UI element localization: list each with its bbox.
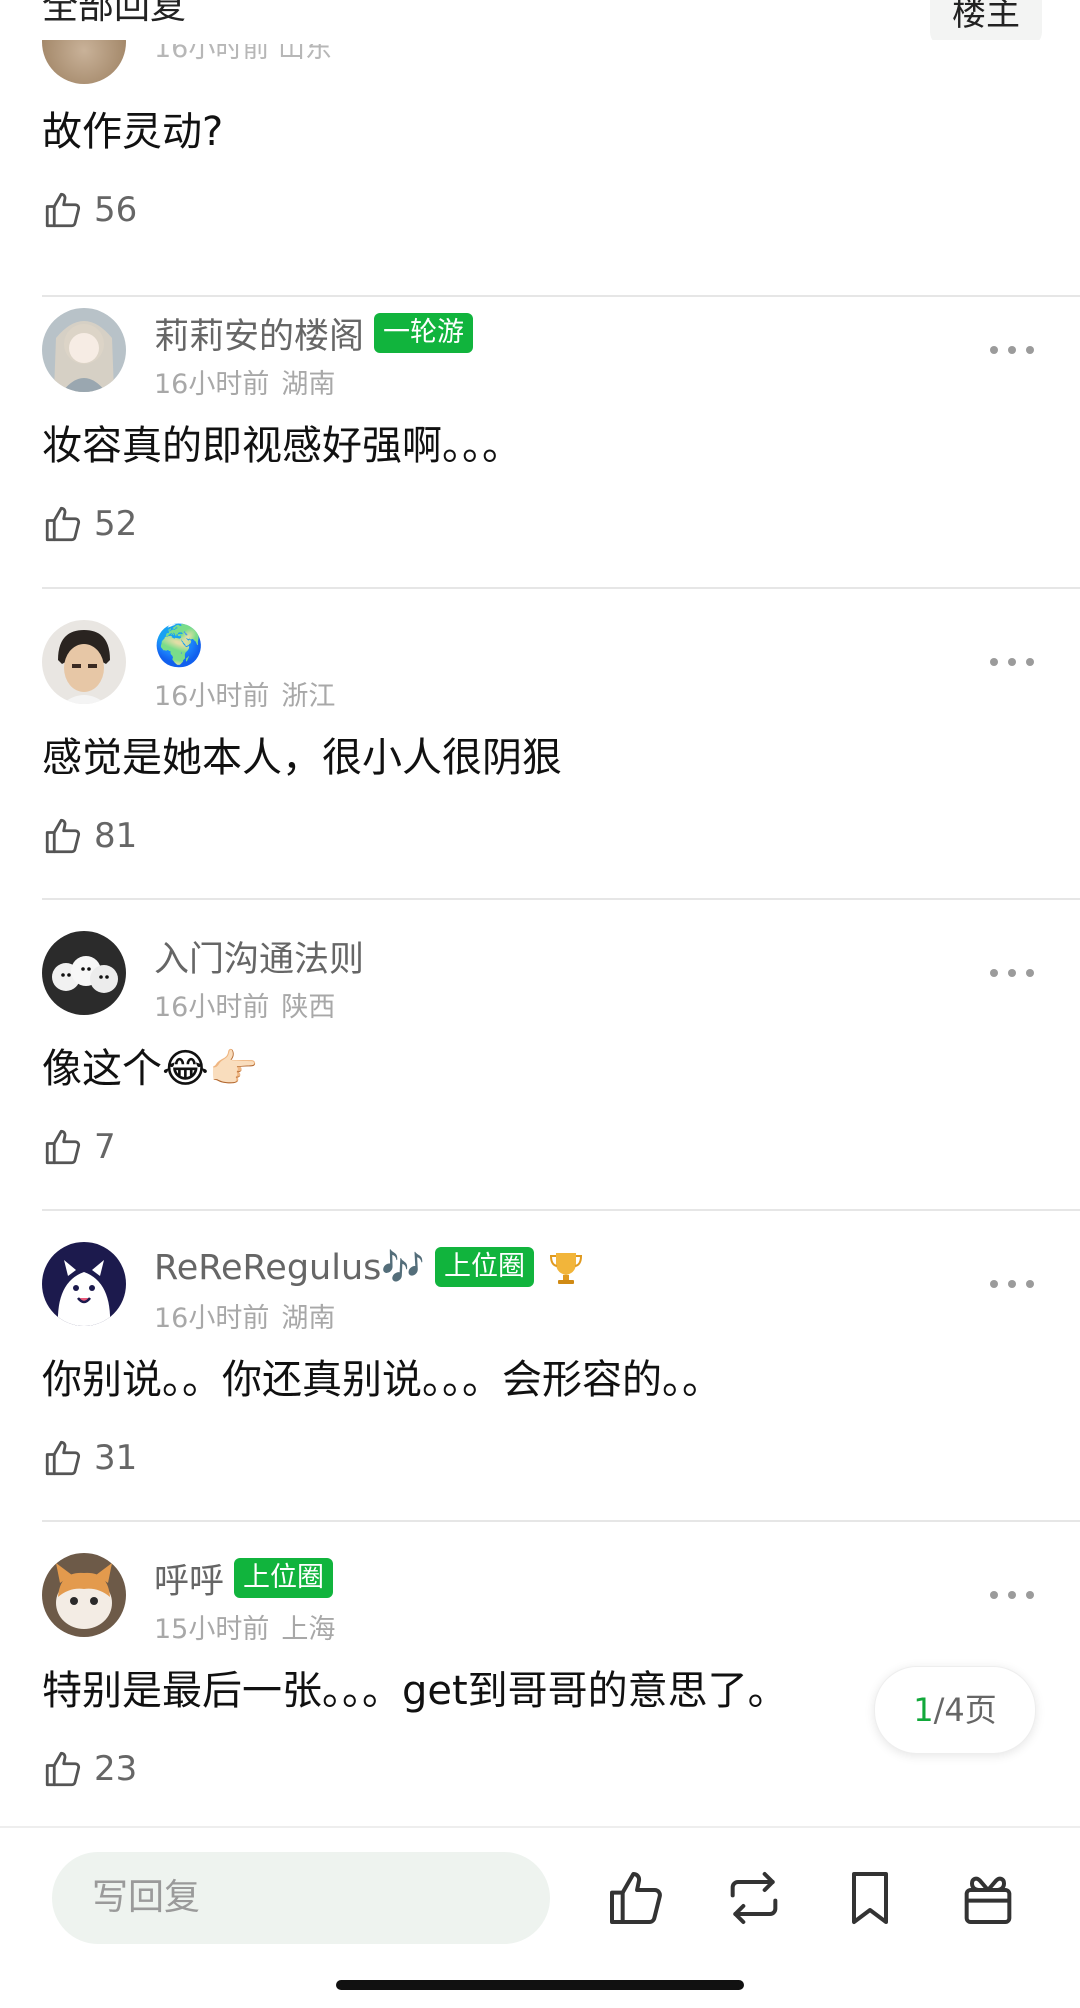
like-button[interactable]: 31	[42, 1434, 137, 1482]
divider	[42, 295, 1080, 297]
comment-meta: 16小时前 山东	[154, 44, 332, 64]
comment-location: 湖南	[281, 1303, 336, 1334]
trophy-icon	[549, 1253, 582, 1284]
name-row: 呼呼 上位圈	[154, 1553, 334, 1604]
avatar[interactable]	[42, 308, 126, 392]
comment-text: 妆容真的即视感好强啊。。。	[42, 423, 522, 469]
thumbs-up-icon	[45, 192, 81, 228]
more-options-button[interactable]	[990, 961, 1034, 985]
op-only-button[interactable]: 楼主	[930, 0, 1042, 40]
avatar[interactable]	[42, 40, 126, 84]
like-count: 52	[94, 504, 138, 544]
like-button[interactable]: 7	[42, 1123, 116, 1171]
comment-time: 16小时前	[154, 992, 270, 1023]
total-pages: /4页	[933, 1691, 997, 1729]
bookmark-icon[interactable]	[838, 1866, 902, 1930]
comment-item: 莉莉安的楼阁 一轮游 16小时前 湖南 妆容真的即视感好强啊。。。 52	[0, 308, 1080, 618]
avatar[interactable]	[42, 1242, 126, 1326]
status-badge: 上位圈	[234, 1558, 334, 1598]
like-count: 56	[94, 190, 138, 230]
comment-time: 16小时前	[154, 1303, 270, 1334]
home-indicator	[336, 1980, 744, 1990]
more-options-button[interactable]	[990, 1583, 1034, 1607]
status-badge: 一轮游	[374, 313, 474, 353]
name-row: 🌍	[154, 622, 204, 669]
status-badge: 上位圈	[434, 1247, 534, 1287]
thumbs-up-icon	[45, 506, 81, 542]
comment-item: ReReRegulus🎶 上位圈 16小时前 湖南 你别说。。你还真别说。。。会形…	[0, 1242, 1080, 1552]
username[interactable]: 莉莉安的楼阁	[154, 308, 364, 359]
divider	[42, 1520, 1080, 1522]
like-count: 81	[94, 816, 138, 856]
comment-meta: 16小时前 湖南	[154, 362, 335, 401]
username[interactable]: 入门沟通法则	[154, 931, 364, 982]
all-replies-title: 全部回复	[42, 0, 187, 27]
bottom-action-bar: 写回复	[0, 1826, 1080, 2008]
comment-item: 入门沟通法则 16小时前 陕西 像这个😂👉🏻 7	[0, 931, 1080, 1241]
comment-meta: 16小时前 湖南	[154, 1296, 335, 1335]
comment-time: 15小时前	[154, 1614, 270, 1645]
thumbs-up-icon[interactable]	[604, 1866, 668, 1930]
comment-time: 16小时前	[154, 369, 270, 400]
thumbs-up-icon	[45, 1129, 81, 1165]
more-options-button[interactable]	[990, 650, 1034, 674]
username[interactable]: 呼呼	[154, 1553, 224, 1604]
like-button[interactable]: 56	[42, 186, 137, 234]
comment-location: 湖南	[281, 369, 336, 400]
comment-text: 像这个😂👉🏻	[42, 1046, 259, 1092]
divider	[42, 587, 1080, 589]
like-count: 31	[94, 1438, 138, 1478]
comment-time: 16小时前	[154, 681, 270, 712]
divider	[42, 1209, 1080, 1211]
more-options-button[interactable]	[990, 338, 1034, 362]
username[interactable]: ReReRegulus🎶	[154, 1247, 425, 1288]
replies-header: 全部回复 楼主	[0, 0, 1080, 40]
reply-input[interactable]: 写回复	[52, 1852, 550, 1944]
like-button[interactable]: 23	[42, 1745, 137, 1793]
comment-text: 特别是最后一张。。。get到哥哥的意思了。	[42, 1668, 788, 1714]
like-button[interactable]: 81	[42, 812, 137, 860]
name-row: ReReRegulus🎶 上位圈	[154, 1244, 586, 1290]
thumbs-up-icon	[45, 1751, 81, 1787]
comment-location: 上海	[281, 1614, 336, 1645]
page-indicator[interactable]: 1/4页	[874, 1666, 1036, 1754]
comment-location: 浙江	[281, 681, 336, 712]
comment-meta: 16小时前 陕西	[154, 985, 335, 1024]
current-page: 1	[913, 1691, 934, 1729]
repost-icon[interactable]	[722, 1866, 786, 1930]
comment-location: 陕西	[281, 992, 336, 1023]
avatar[interactable]	[42, 1553, 126, 1637]
like-count: 7	[94, 1127, 116, 1167]
avatar[interactable]	[42, 931, 126, 1015]
comment-text: 感觉是她本人，很小人很阴狠	[42, 735, 562, 781]
gift-icon[interactable]	[956, 1866, 1020, 1930]
like-count: 23	[94, 1749, 138, 1789]
name-row: 入门沟通法则	[154, 931, 364, 982]
thumbs-up-icon	[45, 1440, 81, 1476]
thumbs-up-icon	[45, 818, 81, 854]
username[interactable]: 🌍	[154, 622, 204, 669]
more-options-button[interactable]	[990, 1272, 1034, 1296]
comment-meta: 15小时前 上海	[154, 1607, 335, 1646]
comment-meta: 16小时前 浙江	[154, 674, 335, 713]
comment-text: 你别说。。你还真别说。。。会形容的。。	[42, 1357, 722, 1403]
like-button[interactable]: 52	[42, 500, 137, 548]
avatar[interactable]	[42, 620, 126, 704]
name-row: 莉莉安的楼阁 一轮游	[154, 308, 474, 359]
divider	[42, 898, 1080, 900]
comment-item: 🌍 16小时前 浙江 感觉是她本人，很小人很阴狠 81	[0, 620, 1080, 930]
comment-text: 故作灵动?	[42, 109, 224, 155]
